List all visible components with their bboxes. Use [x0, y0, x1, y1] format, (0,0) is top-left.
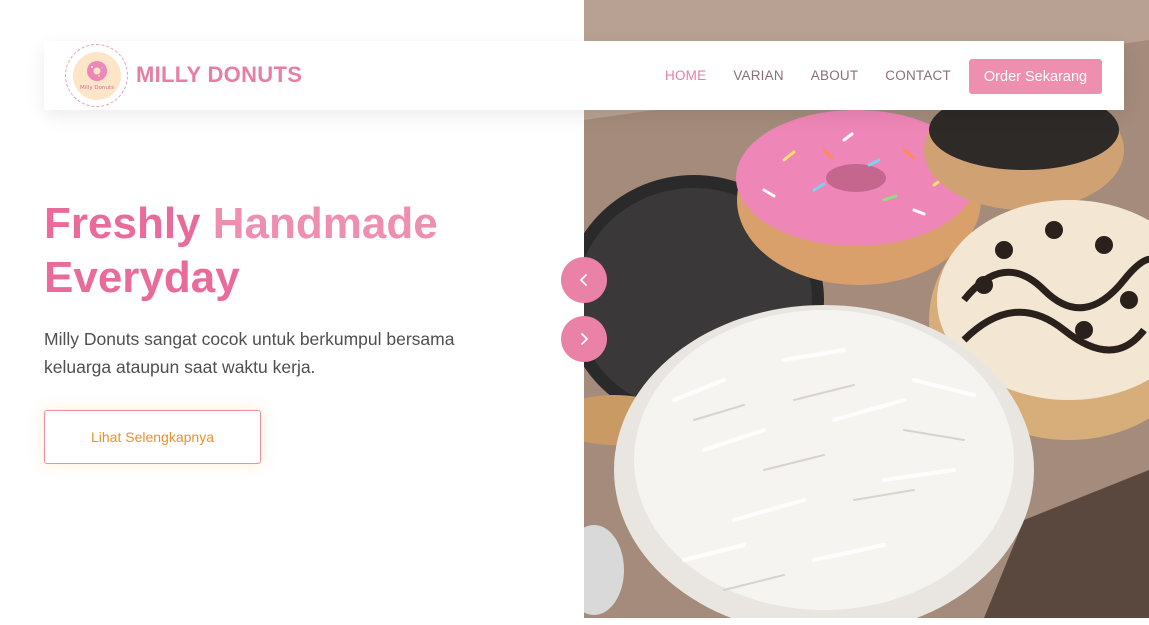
nav-varian-link[interactable]: VARIAN	[733, 68, 783, 83]
brand-name[interactable]: MILLY DONUTS	[136, 62, 302, 88]
chevron-right-icon	[581, 333, 588, 345]
nav-contact-link[interactable]: CONTACT	[885, 68, 951, 83]
nav-home-link[interactable]: HOME	[665, 68, 706, 83]
chevron-left-icon	[580, 274, 587, 286]
navbar: Milly Donuts MILLY DONUTS HOME VARIAN AB…	[44, 41, 1124, 110]
hero-title: Freshly Handmade Everyday	[44, 197, 564, 305]
slider-prev-button[interactable]	[561, 257, 607, 303]
nav-links: HOME VARIAN ABOUT CONTACT	[665, 41, 978, 110]
slider-next-button[interactable]	[561, 316, 607, 362]
hero-title-word-3: Everyday	[44, 253, 240, 302]
hero-title-word-2: Handmade	[212, 199, 438, 248]
nav-about-link[interactable]: ABOUT	[811, 68, 859, 83]
donut-logo-icon: Milly Donuts	[72, 51, 121, 100]
brand-logo[interactable]: Milly Donuts	[65, 44, 128, 107]
logo-text: Milly Donuts	[80, 85, 114, 91]
order-now-button[interactable]: Order Sekarang	[969, 59, 1102, 94]
see-more-button[interactable]: Lihat Selengkapnya	[44, 410, 261, 464]
hero-description: Milly Donuts sangat cocok untuk berkumpu…	[44, 329, 455, 377]
hero-title-word-1: Freshly	[44, 199, 201, 248]
